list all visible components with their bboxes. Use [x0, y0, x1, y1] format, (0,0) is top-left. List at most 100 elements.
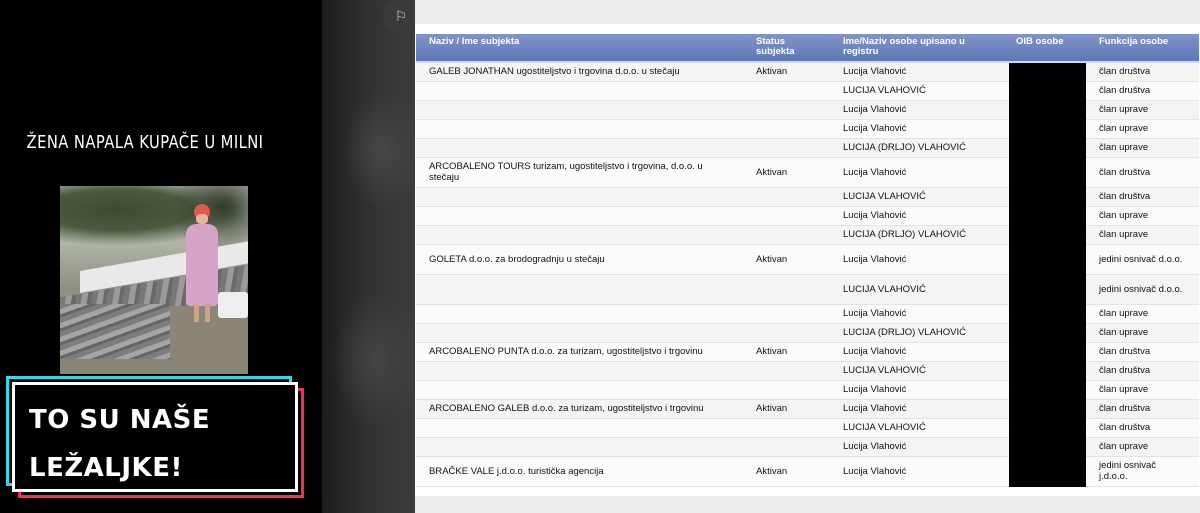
cell-naziv: BRAČKE VALE j.d.o.o. turistička agencija [416, 456, 743, 487]
cell-funkcija: član uprave [1086, 380, 1199, 400]
cell-ime: Lucija Vlahović [830, 437, 1009, 457]
cell-ime: LUCIJA (DRLJO) VLAHOVIĆ [830, 138, 1009, 158]
cell-funkcija: član uprave [1086, 100, 1199, 120]
cell-oib-redacted [1009, 187, 1086, 207]
cell-status [743, 304, 830, 324]
cell-funkcija: član društva [1086, 157, 1199, 188]
cell-funkcija: član uprave [1086, 206, 1199, 226]
cell-funkcija: član uprave [1086, 119, 1199, 139]
cell-ime: LUCIJA VLAHOVIĆ [830, 418, 1009, 438]
cell-funkcija: član uprave [1086, 304, 1199, 324]
table-row: LUCIJA VLAHOVIĆ član društva [416, 81, 1199, 101]
cell-funkcija: član društva [1086, 418, 1199, 438]
cell-oib-redacted [1009, 81, 1086, 101]
table-row: ARCOBALENO TOURS turizam, ugostiteljstvo… [416, 157, 1199, 188]
cell-oib-redacted [1009, 206, 1086, 226]
cell-status [743, 187, 830, 207]
table-row: LUCIJA (DRLJO) VLAHOVIĆ član uprave [416, 323, 1199, 343]
table-row: ARCOBALENO GALEB d.o.o. za turizam, ugos… [416, 399, 1199, 419]
cell-funkcija: član društva [1086, 81, 1199, 101]
cell-oib-redacted [1009, 138, 1086, 158]
table-row: Lucija Vlahović član uprave [416, 206, 1199, 226]
table-row: Lucija Vlahović član uprave [416, 437, 1199, 457]
caption-line-2: LEŽALJKE! [29, 453, 183, 483]
cell-status [743, 100, 830, 120]
cell-naziv [416, 304, 743, 324]
cell-naziv [416, 361, 743, 381]
cell-status: Aktivan [743, 62, 830, 82]
cell-naziv [416, 187, 743, 207]
cell-funkcija: član uprave [1086, 437, 1199, 457]
header-ime: Ime/Naziv osobe upisano u registru [830, 34, 1009, 63]
cell-funkcija: član uprave [1086, 225, 1199, 245]
table-row: Lucija Vlahović član uprave [416, 100, 1199, 120]
cell-funkcija: član uprave [1086, 138, 1199, 158]
table-row: BRAČKE VALE j.d.o.o. turistička agencija… [416, 456, 1199, 487]
cell-naziv: GALEB JONATHAN ugostiteljstvo i trgovina… [416, 62, 743, 82]
cell-naziv: ARCOBALENO PUNTA d.o.o. za turizam, ugos… [416, 342, 743, 362]
table-row: LUCIJA (DRLJO) VLAHOVIĆ član uprave [416, 138, 1199, 158]
cell-oib-redacted [1009, 456, 1086, 487]
cell-ime: LUCIJA VLAHOVIĆ [830, 81, 1009, 101]
cell-ime: Lucija Vlahović [830, 456, 1009, 487]
video-panel[interactable]: ŽENA NAPALA KUPAČE U MILNI TO SU NAŠE LE… [0, 0, 322, 513]
table-row: LUCIJA VLAHOVIĆ jedini osnivač d.o.o. [416, 274, 1199, 305]
table-row: Lucija Vlahović član uprave [416, 380, 1199, 400]
cell-ime: Lucija Vlahović [830, 119, 1009, 139]
cell-status [743, 138, 830, 158]
cell-funkcija: jedini osnivač d.o.o. [1086, 274, 1199, 305]
cell-funkcija: jedini osnivač d.o.o. [1086, 244, 1199, 275]
cell-oib-redacted [1009, 304, 1086, 324]
header-status: Status subjekta [743, 34, 830, 63]
header-funkcija: Funkcija osobe [1086, 34, 1199, 63]
table-row: GOLETA d.o.o. za brodogradnju u stečaju … [416, 244, 1199, 275]
cell-naziv [416, 380, 743, 400]
header-naziv: Naziv / Ime subjekta [416, 34, 743, 63]
cell-oib-redacted [1009, 323, 1086, 343]
cell-status: Aktivan [743, 399, 830, 419]
cell-oib-redacted [1009, 100, 1086, 120]
document-page: Naziv / Ime subjekta Status subjekta Ime… [415, 24, 1200, 496]
table-row: LUCIJA VLAHOVIĆ član društva [416, 418, 1199, 438]
cell-funkcija: član društva [1086, 342, 1199, 362]
cell-naziv [416, 138, 743, 158]
cell-naziv [416, 225, 743, 245]
cell-funkcija: član društva [1086, 187, 1199, 207]
caption-box: TO SU NAŠE LEŽALJKE! [6, 376, 304, 498]
cell-status [743, 418, 830, 438]
cell-status [743, 361, 830, 381]
video-title: ŽENA NAPALA KUPAČE U MILNI [26, 132, 264, 153]
cell-oib-redacted [1009, 342, 1086, 362]
cell-status [743, 81, 830, 101]
cell-ime: Lucija Vlahović [830, 342, 1009, 362]
cell-oib-redacted [1009, 274, 1086, 305]
cell-naziv [416, 418, 743, 438]
cell-ime: LUCIJA (DRLJO) VLAHOVIĆ [830, 225, 1009, 245]
cell-ime: Lucija Vlahović [830, 304, 1009, 324]
cell-naziv [416, 206, 743, 226]
table-row: LUCIJA VLAHOVIĆ član društva [416, 187, 1199, 207]
cell-status [743, 437, 830, 457]
cell-naziv: ARCOBALENO TOURS turizam, ugostiteljstvo… [416, 157, 743, 188]
table-row: GALEB JONATHAN ugostiteljstvo i trgovina… [416, 62, 1199, 82]
cell-ime: Lucija Vlahović [830, 380, 1009, 400]
cell-oib-redacted [1009, 62, 1086, 82]
cell-oib-redacted [1009, 380, 1086, 400]
cell-ime: LUCIJA (DRLJO) VLAHOVIĆ [830, 323, 1009, 343]
cell-naziv: GOLETA d.o.o. za brodogradnju u stečaju [416, 244, 743, 275]
blurred-background-strip: ⚐ [322, 0, 422, 513]
cell-status [743, 323, 830, 343]
header-oib: OIB osobe [1009, 34, 1086, 63]
cell-ime: Lucija Vlahović [830, 157, 1009, 188]
table-row: LUCIJA (DRLJO) VLAHOVIĆ član uprave [416, 225, 1199, 245]
table-row: LUCIJA VLAHOVIĆ član društva [416, 361, 1199, 381]
cell-status [743, 380, 830, 400]
woman-figure [184, 204, 220, 322]
table-row: ARCOBALENO PUNTA d.o.o. za turizam, ugos… [416, 342, 1199, 362]
cell-oib-redacted [1009, 119, 1086, 139]
video-thumbnail [60, 186, 248, 374]
flag-icon: ⚐ [394, 7, 408, 24]
cell-ime: Lucija Vlahović [830, 62, 1009, 82]
table-row: Lucija Vlahović član uprave [416, 304, 1199, 324]
cell-status: Aktivan [743, 157, 830, 188]
